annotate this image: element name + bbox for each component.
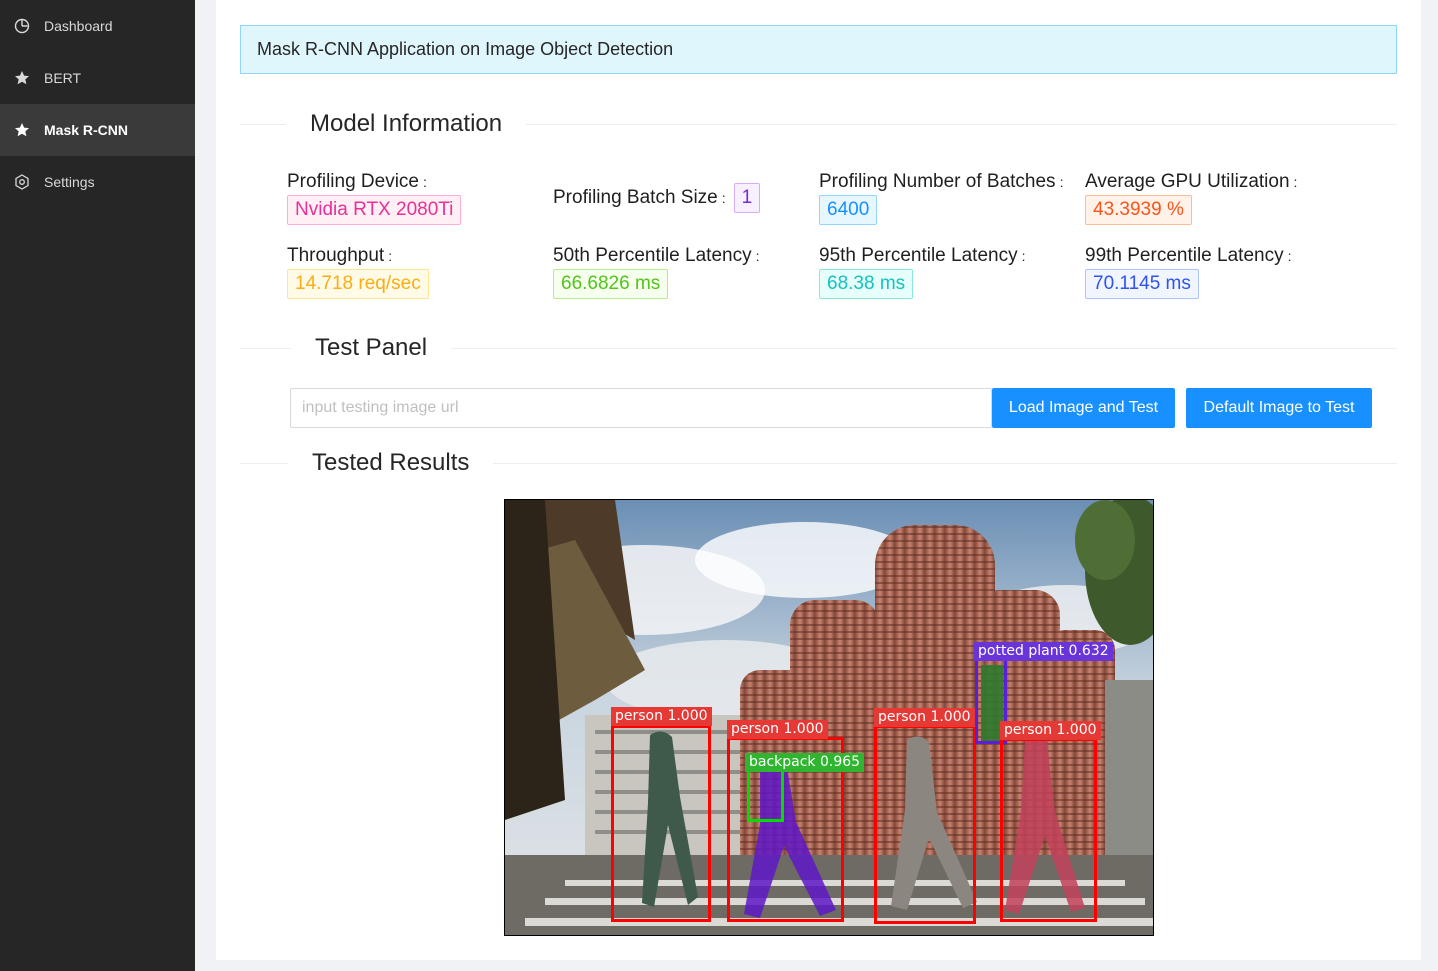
num-batches-tag: 6400 (819, 195, 878, 225)
star-icon (14, 70, 30, 86)
result-image: person 1.000 person 1.000 backpack 0.965… (504, 499, 1154, 936)
p50-latency-tag: 66.6826 ms (553, 269, 669, 299)
section-title-model-info: Model Information (310, 110, 503, 137)
detection-label: potted plant 0.632 (974, 642, 1113, 661)
info-p99-latency: 99th Percentile Latency: 70.1145 ms (1085, 245, 1291, 299)
detection-box-person-4 (1000, 738, 1097, 922)
info-batch-size: Profiling Batch Size: 1 (553, 183, 761, 213)
sidebar-item-bert[interactable]: BERT (0, 52, 195, 104)
sidebar: Dashboard BERT Mask R-CNN Settings (0, 0, 195, 971)
batch-size-tag: 1 (733, 183, 761, 213)
sidebar-item-settings[interactable]: Settings (0, 156, 195, 208)
dashboard-icon (14, 18, 30, 34)
section-title-test-panel: Test Panel (315, 334, 428, 361)
profiling-device-tag: Nvidia RTX 2080Ti (287, 195, 462, 225)
sidebar-item-dashboard[interactable]: Dashboard (0, 0, 195, 52)
banner-title: Mask R-CNN Application on Image Object D… (257, 39, 674, 59)
throughput-tag: 14.718 req/sec (287, 269, 429, 299)
info-num-batches: Profiling Number of Batches: 6400 (819, 171, 1063, 225)
detection-label: backpack 0.965 (745, 753, 865, 772)
info-gpu-util: Average GPU Utilization: 43.3939 % (1085, 171, 1297, 225)
detection-box-person-1 (611, 725, 711, 922)
detection-box-backpack (747, 768, 784, 822)
page-banner: Mask R-CNN Application on Image Object D… (240, 25, 1397, 74)
sidebar-item-label: Settings (44, 174, 95, 190)
detection-label: person 1.000 (1000, 721, 1101, 740)
sidebar-item-mask-rcnn[interactable]: Mask R-CNN (0, 104, 195, 156)
sidebar-item-label: Dashboard (44, 18, 113, 34)
sidebar-item-label: BERT (44, 70, 82, 86)
load-image-button[interactable]: Load Image and Test (992, 388, 1175, 428)
p99-latency-tag: 70.1145 ms (1085, 269, 1199, 299)
main-content: Mask R-CNN Application on Image Object D… (216, 0, 1421, 960)
detection-label: person 1.000 (727, 720, 828, 739)
settings-icon (14, 174, 30, 190)
section-title-tested-results: Tested Results (312, 449, 470, 476)
star-icon (14, 122, 30, 138)
test-panel-divider: Test Panel (240, 334, 1397, 362)
gpu-util-tag: 43.3939 % (1085, 195, 1192, 225)
info-p95-latency: 95th Percentile Latency: 68.38 ms (819, 245, 1025, 299)
info-p50-latency: 50th Percentile Latency: 66.6826 ms (553, 245, 759, 299)
model-info-divider: Model Information (240, 110, 1397, 138)
info-throughput: Throughput: 14.718 req/sec (287, 245, 429, 299)
sidebar-item-label: Mask R-CNN (44, 122, 129, 138)
default-image-button[interactable]: Default Image to Test (1186, 388, 1372, 428)
p95-latency-tag: 68.38 ms (819, 269, 914, 299)
tested-results-divider: Tested Results (240, 449, 1397, 477)
detection-label: person 1.000 (874, 708, 975, 727)
image-url-input[interactable] (290, 388, 992, 428)
detection-label: person 1.000 (611, 707, 712, 726)
detection-box-person-3 (874, 725, 976, 924)
info-profiling-device: Profiling Device: Nvidia RTX 2080Ti (287, 171, 462, 225)
